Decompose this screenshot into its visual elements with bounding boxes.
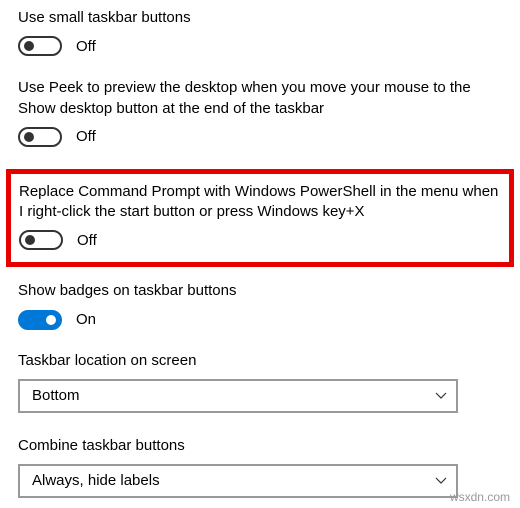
toggle-state-text: Off: [76, 128, 96, 145]
setting-small-taskbar: Use small taskbar buttons Off: [18, 8, 502, 56]
setting-combine-buttons: Combine taskbar buttons Always, hide lab…: [18, 437, 502, 498]
dropdown-value: Always, hide labels: [32, 472, 160, 489]
dropdown-combine-buttons[interactable]: Always, hide labels: [18, 464, 458, 498]
setting-use-peek: Use Peek to preview the desktop when you…: [18, 78, 502, 147]
toggle-state-text: Off: [76, 38, 96, 55]
setting-label: Use Peek to preview the desktop when you…: [18, 78, 502, 119]
chevron-down-icon: [434, 389, 448, 403]
setting-replace-cmd: Replace Command Prompt with Windows Powe…: [19, 182, 501, 251]
toggle-state-text: On: [76, 311, 96, 328]
highlight-box: Replace Command Prompt with Windows Powe…: [6, 169, 514, 268]
toggle-row: Off: [19, 230, 501, 250]
toggle-state-text: Off: [77, 232, 97, 249]
dropdown-label: Combine taskbar buttons: [18, 437, 502, 454]
toggle-row: On: [18, 310, 502, 330]
toggle-row: Off: [18, 36, 502, 56]
setting-label: Use small taskbar buttons: [18, 8, 502, 28]
toggle-row: Off: [18, 127, 502, 147]
toggle-show-badges[interactable]: [18, 310, 62, 330]
setting-label: Show badges on taskbar buttons: [18, 281, 502, 301]
setting-show-badges: Show badges on taskbar buttons On: [18, 281, 502, 329]
chevron-down-icon: [434, 474, 448, 488]
toggle-small-taskbar[interactable]: [18, 36, 62, 56]
dropdown-value: Bottom: [32, 387, 80, 404]
dropdown-taskbar-location[interactable]: Bottom: [18, 379, 458, 413]
watermark-text: wsxdn.com: [450, 490, 510, 504]
setting-taskbar-location: Taskbar location on screen Bottom: [18, 352, 502, 413]
setting-label: Replace Command Prompt with Windows Powe…: [19, 182, 501, 223]
toggle-replace-cmd[interactable]: [19, 230, 63, 250]
dropdown-label: Taskbar location on screen: [18, 352, 502, 369]
toggle-use-peek[interactable]: [18, 127, 62, 147]
